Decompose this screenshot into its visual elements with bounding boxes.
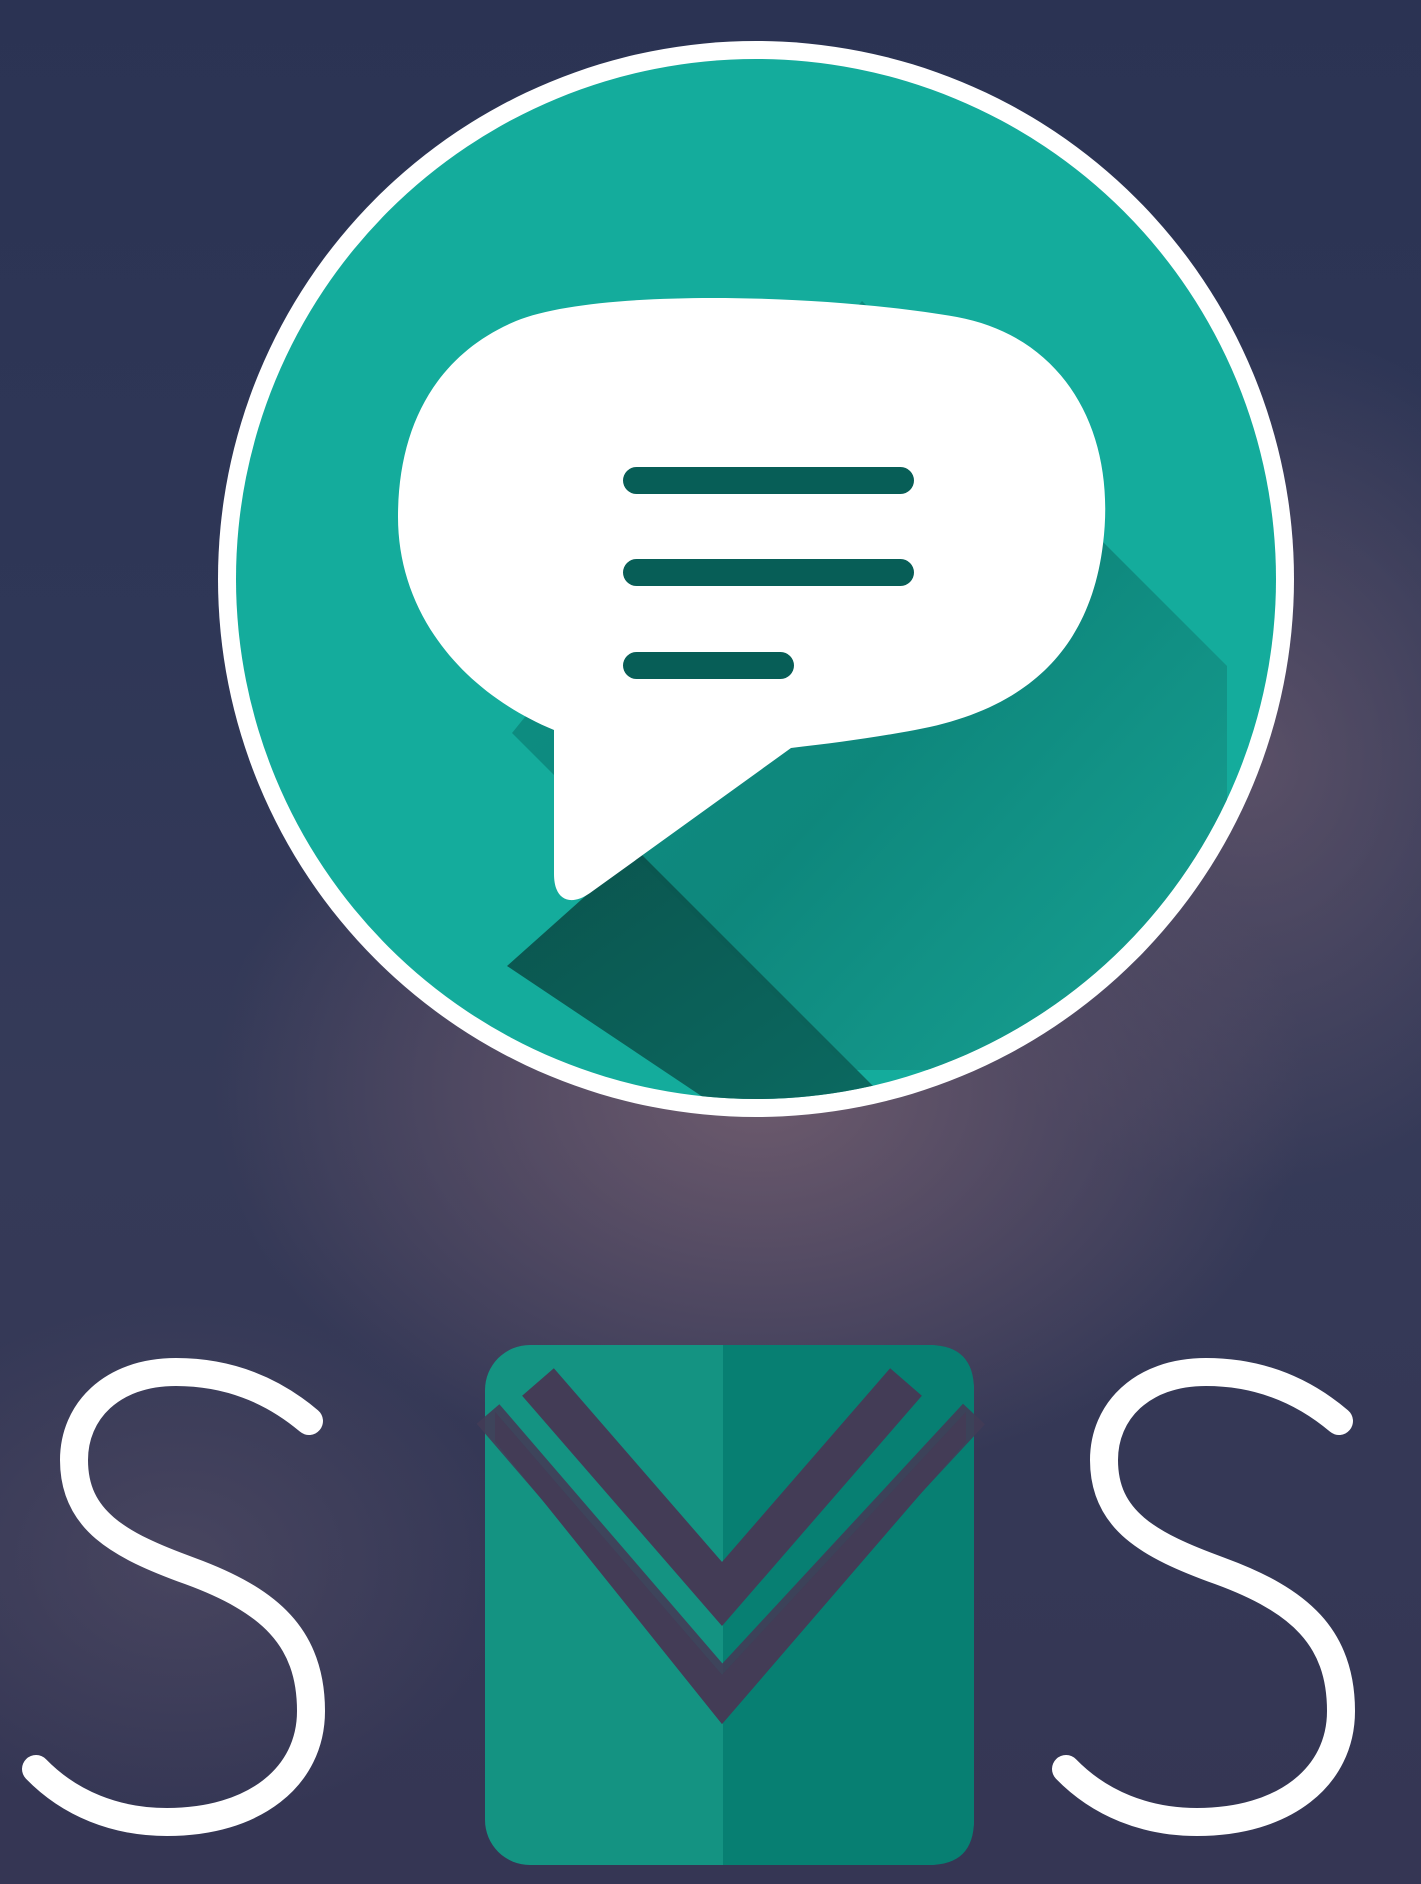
left-letter-s <box>22 1358 325 1836</box>
envelope-icon <box>476 1345 986 1865</box>
sms-wordmark <box>22 1345 1355 1865</box>
message-bubble-icon <box>218 41 1294 1117</box>
right-letter-s <box>1052 1358 1355 1836</box>
